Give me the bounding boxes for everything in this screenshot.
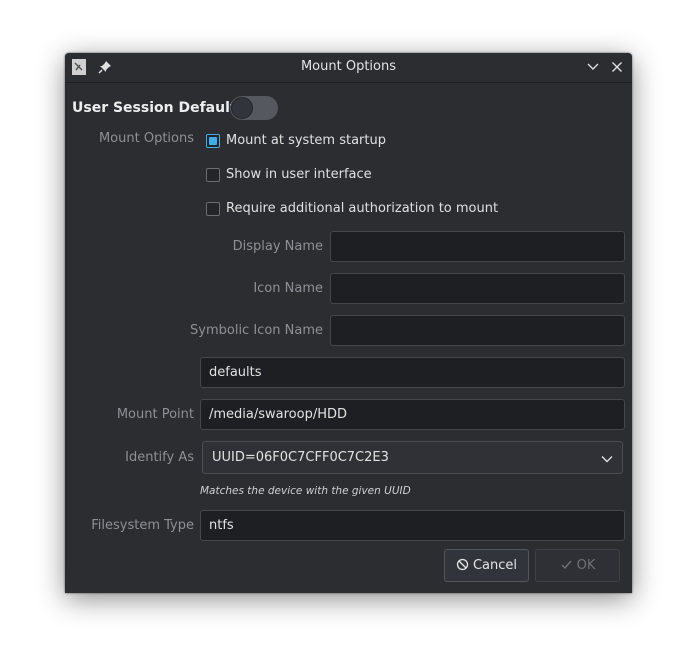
symbolic-icon-name-input[interactable]: [330, 315, 625, 346]
display-name-label: Display Name: [232, 239, 323, 254]
user-session-defaults-label: User Session Defaults: [72, 100, 245, 116]
ok-button[interactable]: OK: [535, 549, 620, 582]
identify-as-hint: Matches the device with the given UUID: [200, 485, 411, 497]
mount-point-input[interactable]: /media/swaroop/HDD: [200, 399, 625, 430]
toggle-knob: [231, 97, 253, 119]
checkmark-icon: [561, 560, 572, 570]
cancel-button-label: Cancel: [472, 558, 518, 573]
identify-as-select[interactable]: UUID=06F0C7CFF0C7C2E3: [202, 441, 623, 474]
title-bar[interactable]: Mount Options: [65, 53, 632, 83]
identify-as-value: UUID=06F0C7CFF0C7C2E3: [212, 450, 389, 465]
mount-at-startup-label[interactable]: Mount at system startup: [226, 133, 386, 148]
mount-options-label: Mount Options: [98, 131, 194, 146]
ok-button-label: OK: [576, 558, 596, 573]
chevron-down-icon: [600, 452, 614, 466]
user-session-defaults-toggle[interactable]: [230, 96, 278, 120]
show-in-ui-label[interactable]: Show in user interface: [226, 167, 372, 182]
chevron-down-icon[interactable]: [585, 59, 601, 75]
require-auth-label[interactable]: Require additional authorization to moun…: [226, 201, 498, 216]
mount-options-dialog: Mount Options User Session Defaults Moun…: [65, 53, 632, 593]
mount-at-startup-checkbox[interactable]: [206, 134, 220, 148]
window-title: Mount Options: [300, 59, 397, 74]
identify-as-label: Identify As: [125, 450, 194, 465]
cancel-button[interactable]: Cancel: [444, 549, 529, 582]
require-auth-checkbox[interactable]: [206, 202, 220, 216]
cancel-icon: [456, 558, 469, 571]
show-in-ui-checkbox[interactable]: [206, 168, 220, 182]
filesystem-type-input[interactable]: ntfs: [200, 510, 625, 541]
symbolic-icon-name-label: Symbolic Icon Name: [190, 323, 323, 338]
mount-options-input[interactable]: defaults: [200, 357, 625, 388]
filesystem-type-label: Filesystem Type: [91, 518, 194, 533]
close-icon[interactable]: [609, 59, 625, 75]
icon-name-input[interactable]: [330, 273, 625, 304]
display-name-input[interactable]: [330, 231, 625, 262]
icon-name-label: Icon Name: [253, 281, 323, 296]
mount-point-label: Mount Point: [116, 407, 194, 422]
